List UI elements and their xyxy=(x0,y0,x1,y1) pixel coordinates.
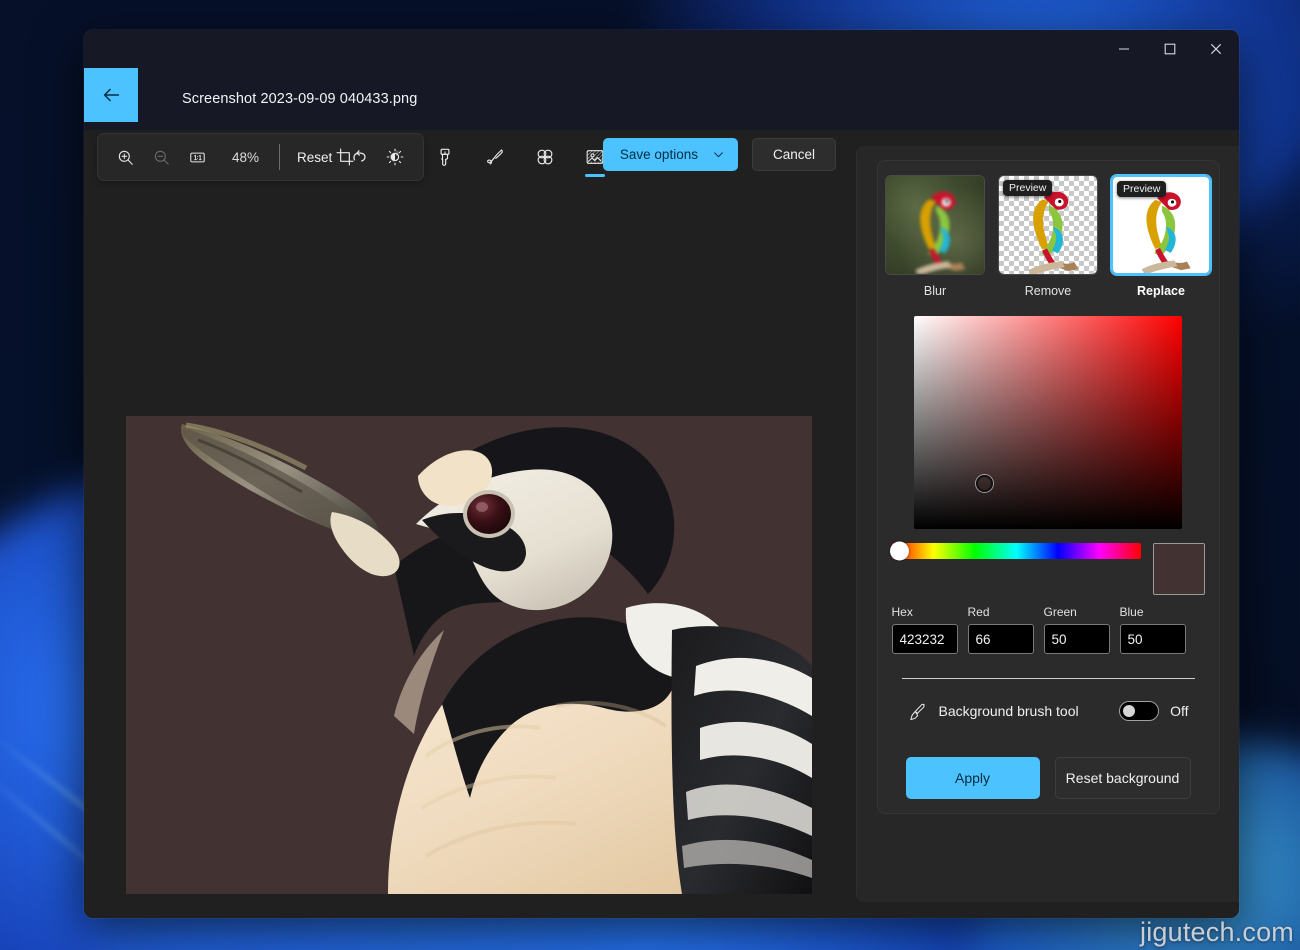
minimize-button[interactable] xyxy=(1101,30,1147,68)
hex-label: Hex xyxy=(892,605,958,619)
zoom-in-icon xyxy=(116,148,135,167)
background-brush-toggle-state: Off xyxy=(1170,703,1188,719)
zoom-level-label: 48% xyxy=(216,150,271,165)
red-input[interactable] xyxy=(968,624,1034,654)
paintbrush-icon xyxy=(435,147,455,167)
window-titlebar xyxy=(84,30,1239,68)
crop-icon xyxy=(335,147,355,167)
actual-size-button[interactable] xyxy=(180,140,214,174)
toggle-knob xyxy=(1123,705,1135,717)
crop-tool-button[interactable] xyxy=(327,135,363,179)
hex-input[interactable] xyxy=(892,624,958,654)
panel-action-buttons: Apply Reset background xyxy=(906,757,1191,799)
background-panel-card: Blur Preview xyxy=(877,160,1220,814)
parrot-thumbnail-blur xyxy=(886,176,984,274)
thumbnail-blur xyxy=(885,175,985,275)
red-field-group: Red xyxy=(968,605,1034,654)
panel-divider xyxy=(902,678,1195,679)
window-header: Screenshot 2023-09-09 040433.png xyxy=(84,68,1239,130)
thumbnail-remove: Preview xyxy=(998,175,1098,275)
close-button[interactable] xyxy=(1193,30,1239,68)
hue-row xyxy=(890,543,1207,595)
canvas-column: 48% Reset xyxy=(84,130,856,918)
apply-button[interactable]: Apply xyxy=(906,757,1040,799)
saturation-value-picker[interactable] xyxy=(914,316,1182,529)
markup-tool-button[interactable] xyxy=(427,135,463,179)
hex-field-group: Hex xyxy=(892,605,958,654)
adjust-tool-button[interactable] xyxy=(377,135,413,179)
reset-background-button[interactable]: Reset background xyxy=(1055,757,1191,799)
pen-icon xyxy=(485,147,505,167)
thumbnail-label: Replace xyxy=(1137,284,1185,298)
woodpecker-photo xyxy=(126,416,812,894)
actual-size-1-1-icon xyxy=(188,148,207,167)
file-title: Screenshot 2023-09-09 040433.png xyxy=(138,68,417,130)
brightness-icon xyxy=(385,147,405,167)
background-mode-list: Blur Preview xyxy=(890,175,1207,298)
color-value-fields: Hex Red Green Blue xyxy=(890,605,1207,654)
image-canvas[interactable] xyxy=(126,416,812,894)
green-input[interactable] xyxy=(1044,624,1110,654)
erase-tool-button[interactable] xyxy=(527,135,563,179)
photos-editor-window: Screenshot 2023-09-09 040433.png xyxy=(84,30,1239,918)
preview-badge: Preview xyxy=(1117,181,1166,197)
action-buttons: Save options Cancel xyxy=(603,138,836,171)
background-brush-row: Background brush tool Off xyxy=(908,701,1189,721)
background-brush-toggle[interactable] xyxy=(1119,701,1159,721)
hue-slider-thumb[interactable] xyxy=(890,542,909,561)
green-field-group: Green xyxy=(1044,605,1110,654)
save-options-button[interactable]: Save options xyxy=(603,138,738,171)
background-option-remove[interactable]: Preview xyxy=(998,175,1098,298)
back-arrow-icon xyxy=(100,84,122,106)
background-option-replace[interactable]: Preview xyxy=(1111,175,1211,298)
background-options-panel: Blur Preview xyxy=(856,146,1239,902)
pen-tool-button[interactable] xyxy=(477,135,513,179)
thumbnail-label: Blur xyxy=(924,284,946,298)
red-label: Red xyxy=(968,605,1034,619)
save-options-label: Save options xyxy=(620,147,698,162)
zoom-in-button[interactable] xyxy=(108,140,142,174)
paintbrush-tool-icon xyxy=(908,702,927,721)
cancel-button[interactable]: Cancel xyxy=(752,138,836,171)
blue-label: Blue xyxy=(1120,605,1186,619)
preview-badge: Preview xyxy=(1003,180,1052,196)
blue-field-group: Blue xyxy=(1120,605,1186,654)
thumbnail-label: Remove xyxy=(1025,284,1072,298)
maximize-button[interactable] xyxy=(1147,30,1193,68)
window-body: 48% Reset xyxy=(84,130,1239,918)
blue-input[interactable] xyxy=(1120,624,1186,654)
background-brush-label: Background brush tool xyxy=(939,703,1120,719)
green-label: Green xyxy=(1044,605,1110,619)
back-button[interactable] xyxy=(84,68,138,122)
hue-slider[interactable] xyxy=(892,543,1141,559)
blur-erase-icon xyxy=(535,147,555,167)
zoom-out-icon xyxy=(152,148,171,167)
toolbar-divider xyxy=(279,144,280,170)
color-picker-cursor[interactable] xyxy=(976,475,993,492)
background-option-blur[interactable]: Blur xyxy=(885,175,985,298)
thumbnail-replace: Preview xyxy=(1111,175,1211,275)
zoom-out-button[interactable] xyxy=(144,140,178,174)
edit-tools-toolbar xyxy=(327,133,613,181)
chevron-down-icon xyxy=(712,148,725,161)
selected-color-swatch xyxy=(1153,543,1205,595)
